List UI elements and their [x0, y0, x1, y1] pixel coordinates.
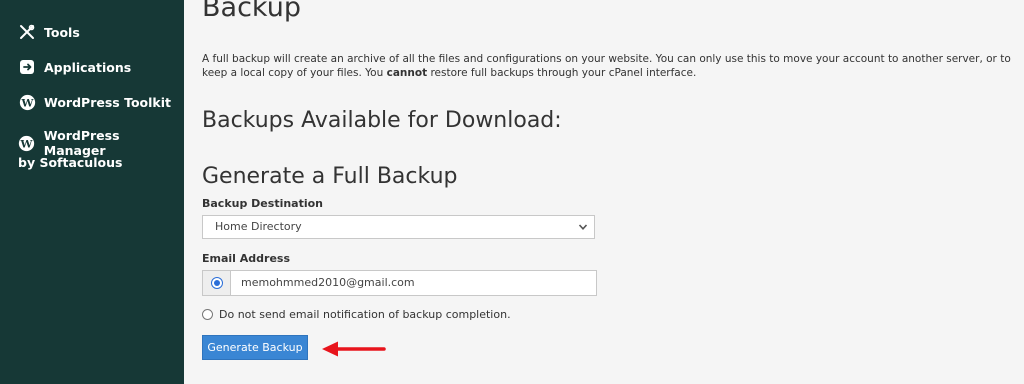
sidebar-item-tools[interactable]: Tools — [18, 23, 80, 41]
wordpress-icon: W — [18, 93, 36, 111]
radio-selected-icon — [210, 277, 223, 289]
page-description: A full backup will create an archive of … — [202, 52, 1012, 80]
no-email-option[interactable]: Do not send email notification of backup… — [202, 308, 511, 321]
sidebar-item-sublabel[interactable]: by Softaculous — [18, 155, 122, 170]
generate-backup-heading: Generate a Full Backup — [202, 164, 458, 189]
sidebar-item-label: WordPress Manager — [43, 128, 120, 158]
email-address-label: Email Address — [202, 252, 291, 265]
tools-icon — [18, 23, 36, 41]
backup-destination-select[interactable]: Home Directory — [202, 215, 595, 239]
sidebar-item-applications[interactable]: Applications — [18, 58, 131, 76]
description-text: restore full backups through your cPanel… — [427, 67, 697, 79]
backup-destination-label: Backup Destination — [202, 197, 324, 210]
generate-backup-button[interactable]: Generate Backup — [202, 335, 308, 360]
sidebar-item-wordpress-toolkit[interactable]: W WordPress Toolkit — [18, 93, 171, 111]
sidebar-item-wordpress-manager[interactable]: W WordPress Manager — [18, 128, 184, 158]
email-radio[interactable] — [202, 270, 230, 296]
chevron-down-icon — [578, 222, 588, 232]
backup-destination-value: Home Directory — [215, 220, 302, 233]
description-emphasis: cannot — [386, 67, 428, 79]
email-field-group: memohmmed2010@gmail.com — [202, 270, 597, 296]
red-arrow-icon — [322, 341, 386, 357]
wordpress-icon: W — [18, 134, 36, 152]
sidebar-item-label: Applications — [44, 59, 132, 75]
sidebar-item-label: WordPress Toolkit — [44, 94, 171, 110]
email-field[interactable]: memohmmed2010@gmail.com — [230, 270, 597, 296]
available-backups-heading: Backups Available for Download: — [202, 108, 562, 133]
sidebar: Tools Applications W WordPress Toolkit W… — [0, 0, 184, 384]
radio-unselected-icon[interactable] — [202, 309, 213, 320]
page-title: Backup — [202, 0, 301, 23]
no-email-option-label: Do not send email notification of backup… — [219, 308, 511, 321]
main-content: Backup A full backup will create an arch… — [184, 0, 1024, 384]
svg-text:W: W — [20, 137, 34, 150]
applications-icon — [18, 58, 36, 76]
svg-text:W: W — [20, 96, 34, 109]
sidebar-item-label: Tools — [44, 24, 80, 40]
